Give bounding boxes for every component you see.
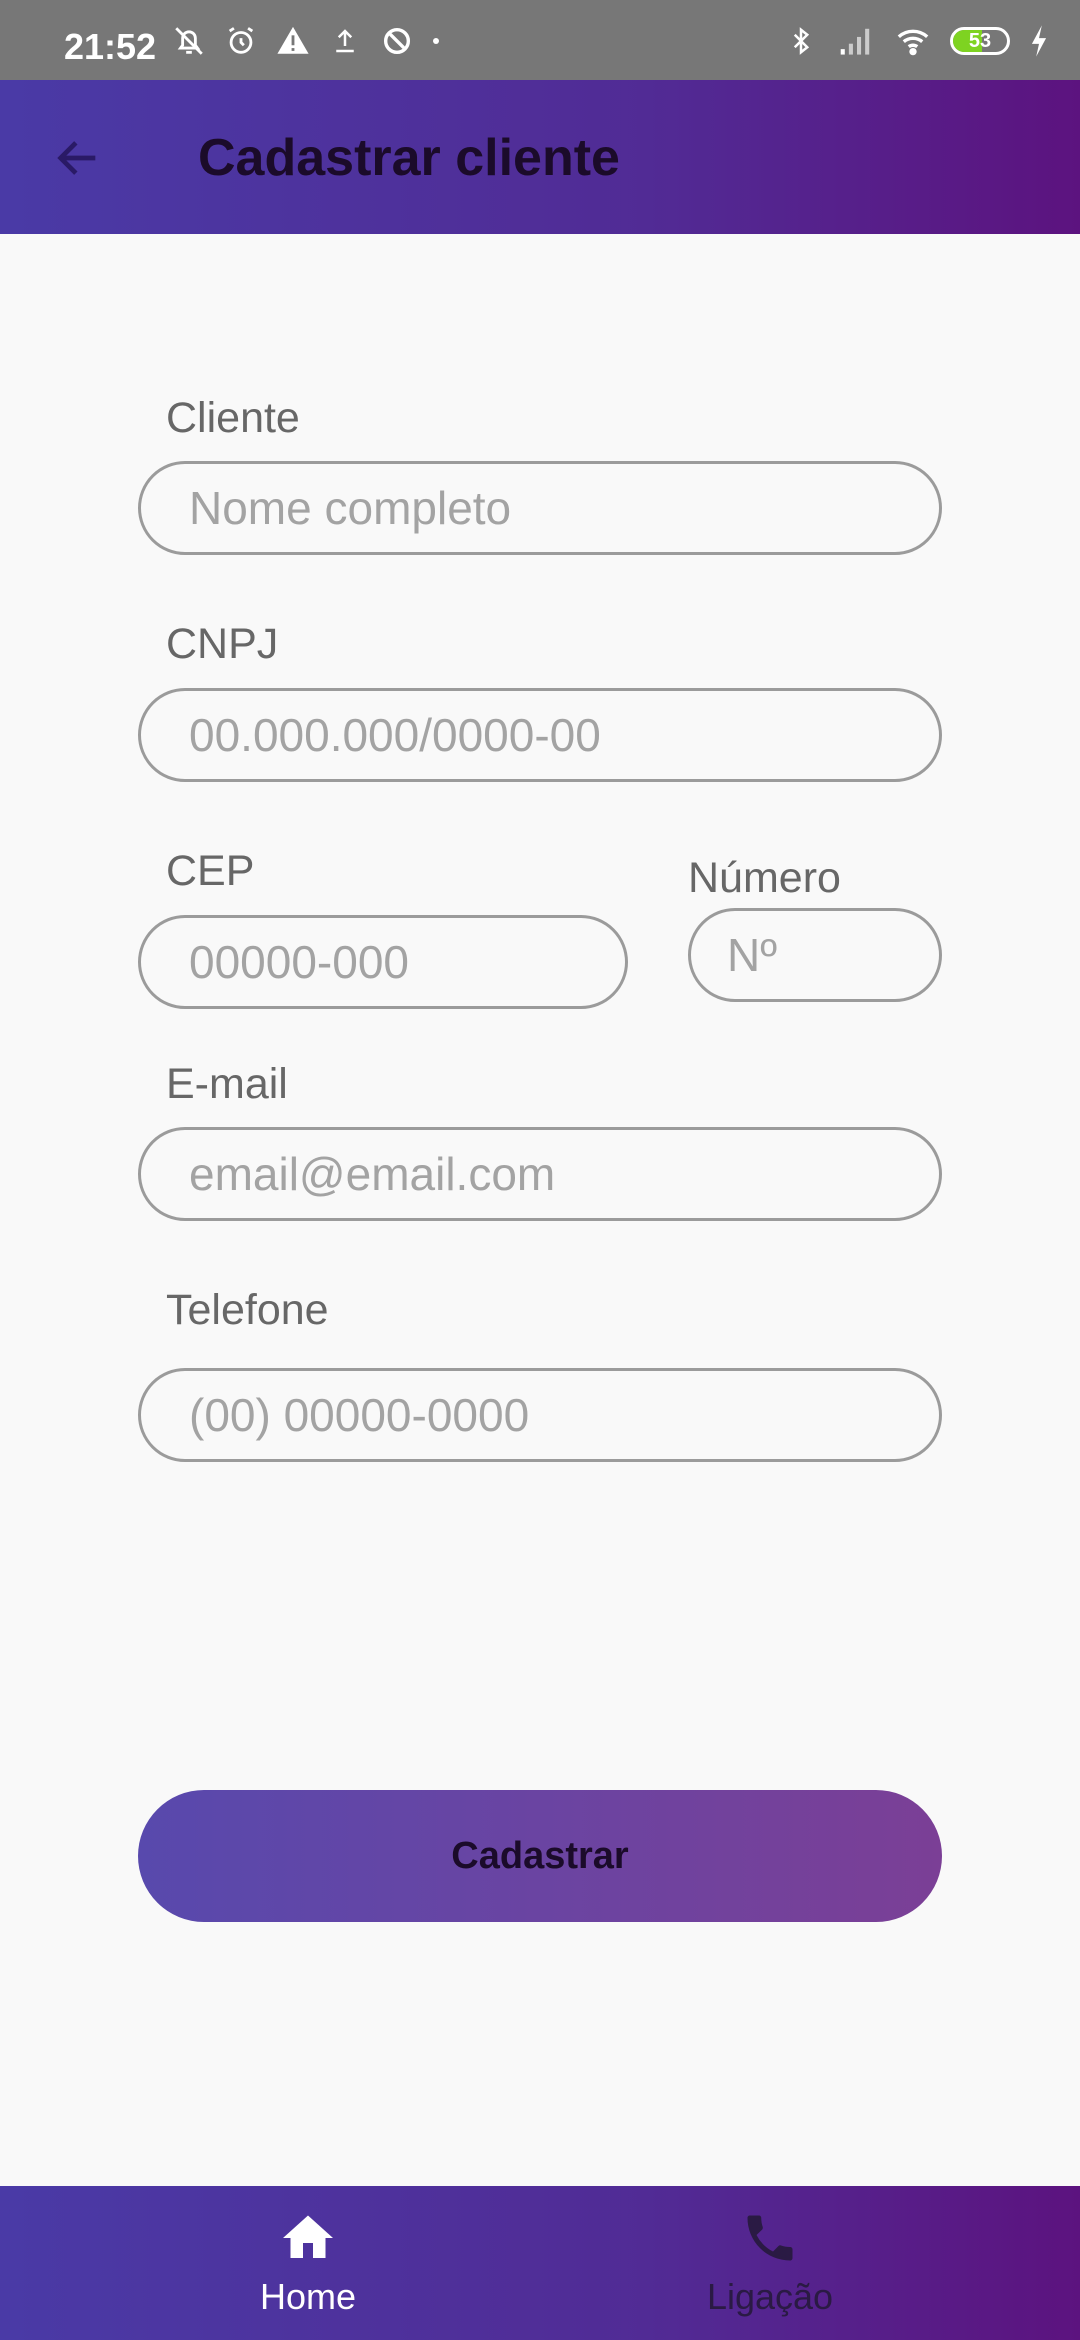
home-icon (283, 2215, 333, 2258)
back-button[interactable] (44, 124, 112, 192)
arrow-back-icon (57, 141, 96, 175)
status-icons-right: 53 (782, 22, 1050, 60)
telefone-input[interactable] (138, 1368, 942, 1462)
bluetooth-icon (782, 22, 820, 60)
numero-label: Número (688, 854, 841, 902)
battery-percent: 53 (968, 29, 992, 52)
cnpj-input[interactable] (138, 688, 942, 782)
warning-icon (274, 22, 312, 60)
cep-label: CEP (166, 847, 255, 895)
data-saver-icon (378, 22, 416, 60)
app-bar: Cadastrar cliente (0, 80, 1080, 234)
cliente-label: Cliente (166, 394, 300, 442)
wifi-icon (894, 22, 932, 60)
upload-icon (326, 22, 364, 60)
bell-off-icon (170, 22, 208, 60)
cep-input[interactable] (138, 915, 628, 1009)
email-label: E-mail (166, 1060, 288, 1108)
numero-input[interactable] (688, 908, 942, 1002)
nav-label-home: Home (259, 2276, 357, 2317)
status-time: 21:52 (64, 26, 157, 67)
bottom-nav: Home Ligação (0, 2186, 1080, 2340)
dot-icon (430, 22, 442, 60)
cliente-input[interactable] (138, 461, 942, 555)
telefone-label: Telefone (166, 1286, 329, 1334)
nav-label-ligacao: Ligação (706, 2276, 834, 2317)
email-input[interactable] (138, 1127, 942, 1221)
battery-icon: 53 (950, 27, 1010, 55)
phone-icon (747, 2215, 793, 2261)
cadastrar-button[interactable]: Cadastrar (138, 1790, 942, 1922)
charging-icon (1028, 22, 1050, 60)
nav-item-ligacao[interactable]: Ligação (620, 2186, 920, 2340)
page-title: Cadastrar cliente (198, 129, 620, 187)
status-bar: 21:52 53 (0, 0, 1080, 80)
nav-item-home[interactable]: Home (158, 2186, 458, 2340)
alarm-icon (222, 22, 260, 60)
cnpj-label: CNPJ (166, 620, 279, 668)
status-icons-left (170, 22, 442, 60)
signal-icon (838, 22, 876, 60)
